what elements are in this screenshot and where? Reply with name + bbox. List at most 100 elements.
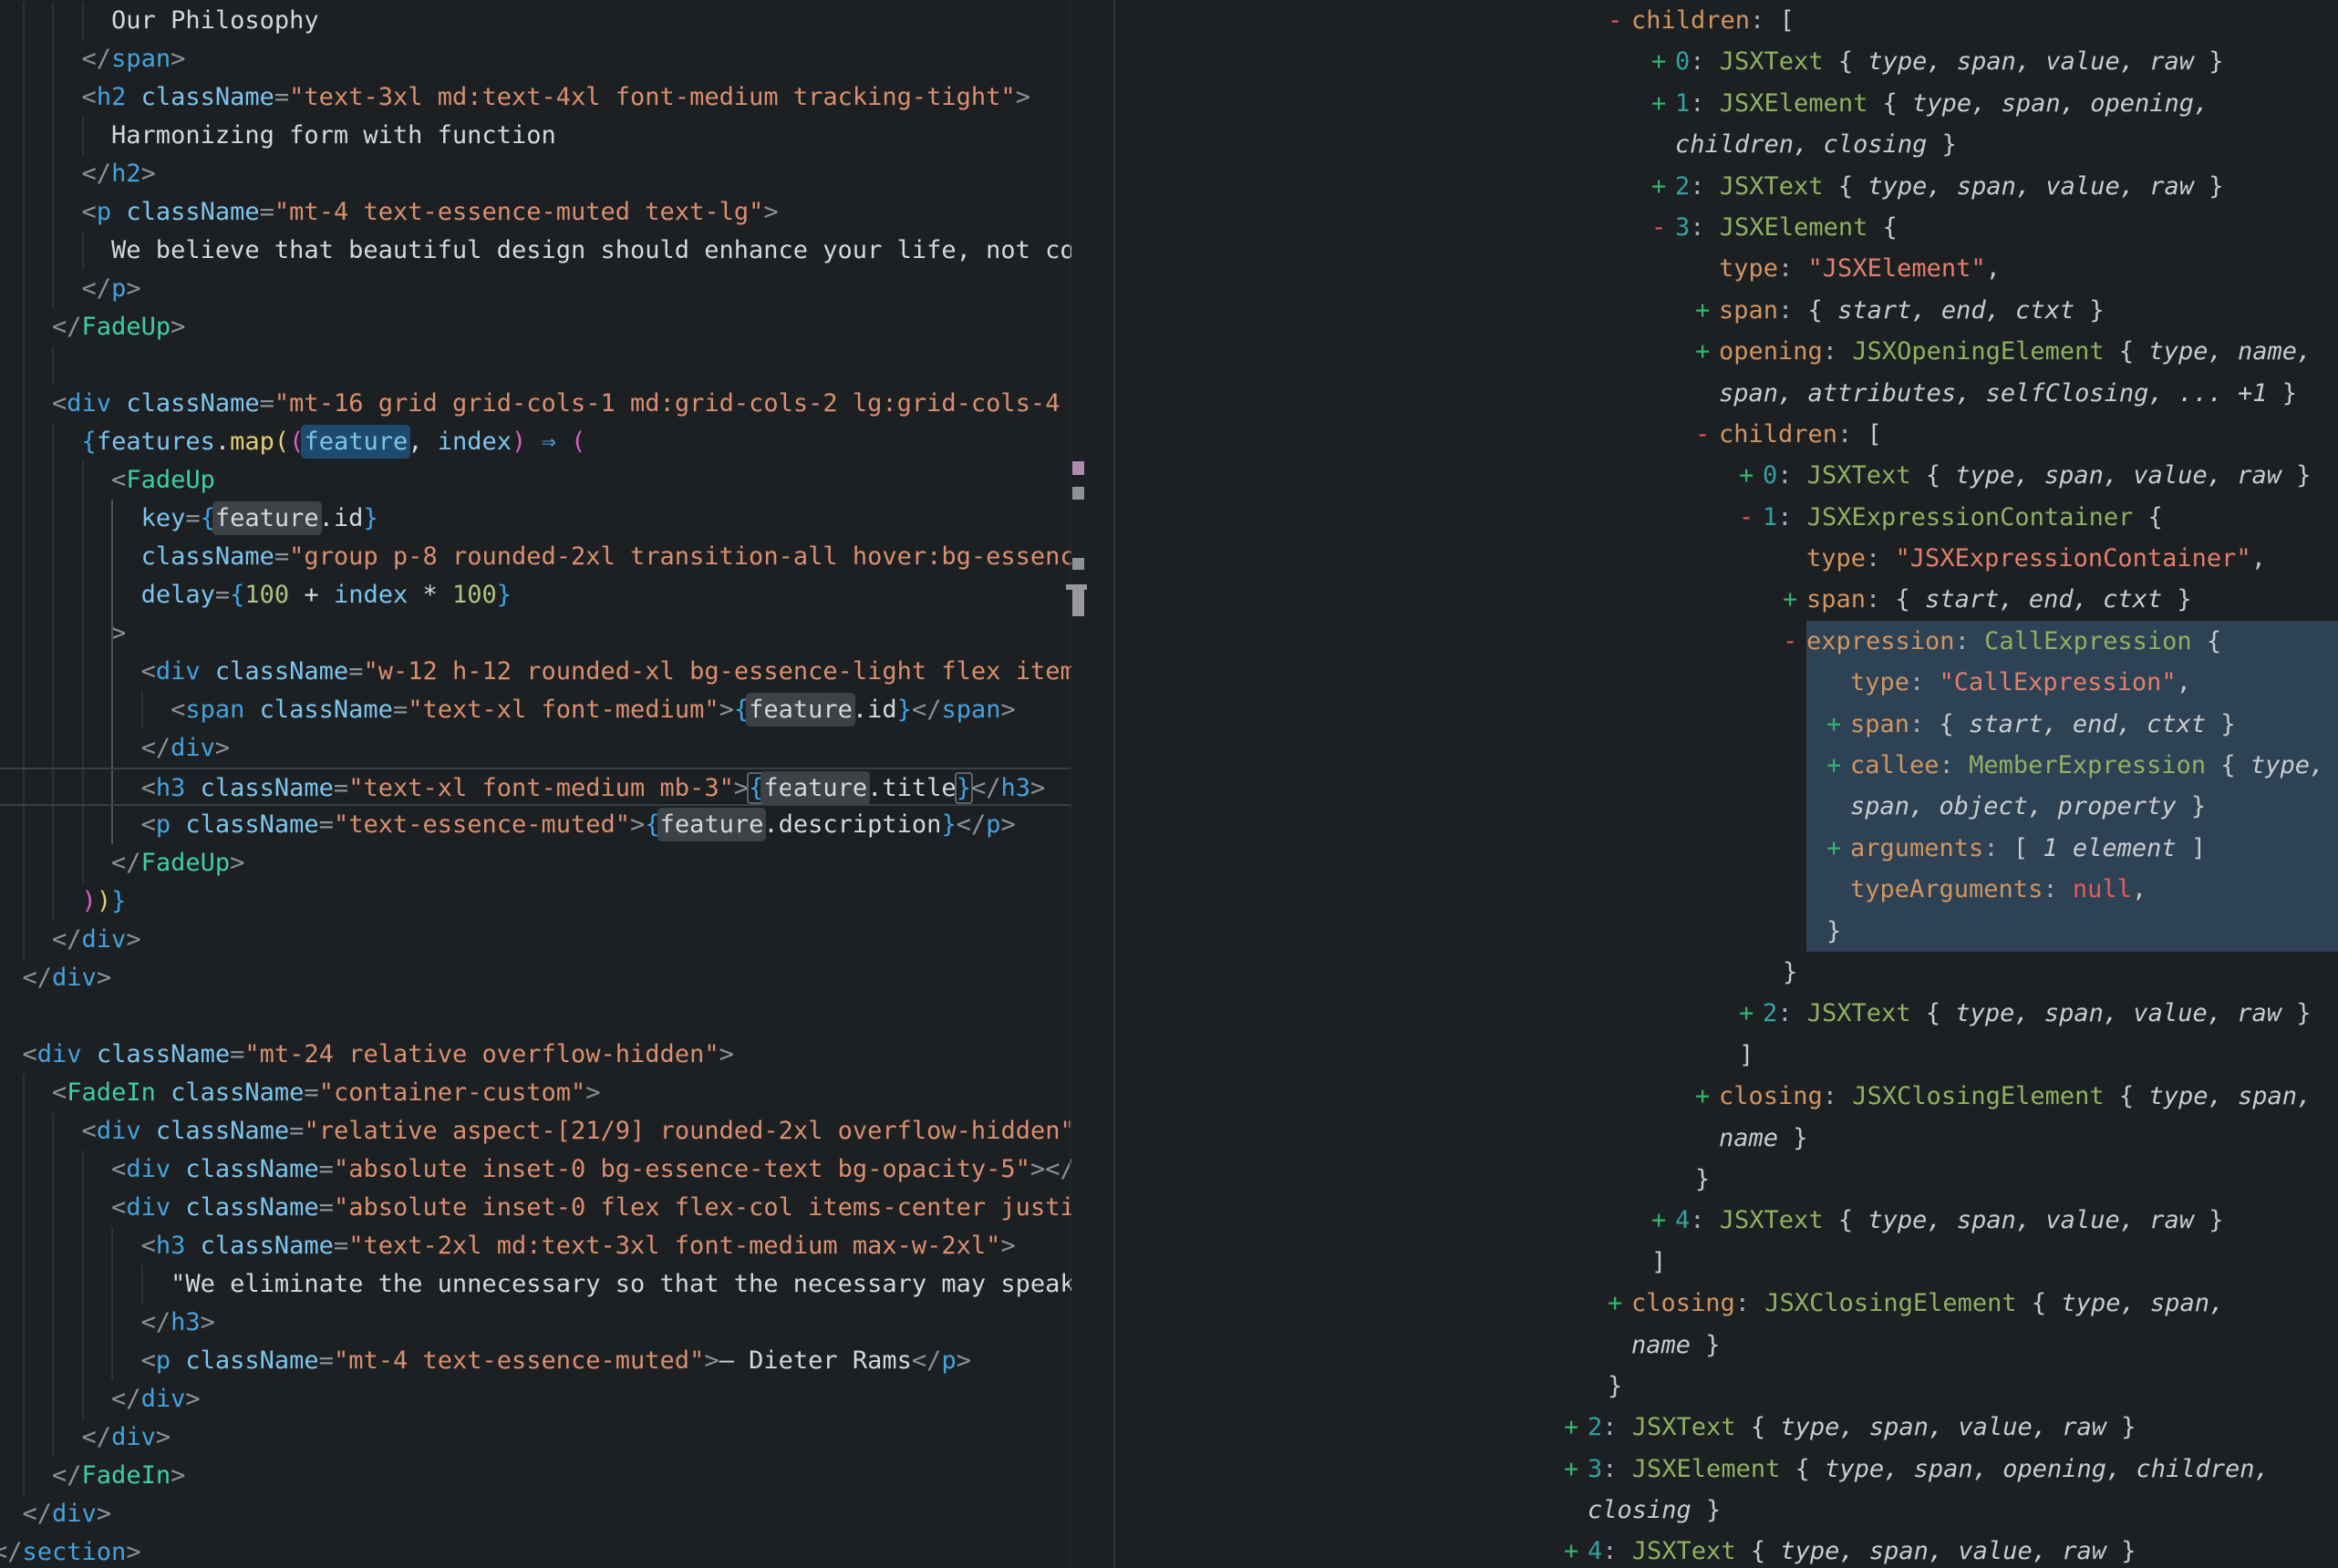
code-line[interactable]: </div> [0, 1495, 1071, 1533]
code-line[interactable]: <div className="mt-24 relative overflow-… [0, 1036, 1071, 1074]
code-line[interactable]: <FadeIn className="container-custom"> [0, 1074, 1071, 1112]
ast-line[interactable]: -children: [ [1114, 0, 2338, 41]
code-line[interactable]: <div className="absolute inset-0 flex fl… [0, 1189, 1071, 1227]
code-line[interactable]: </FadeIn> [0, 1457, 1071, 1495]
code-line[interactable]: </div> [0, 729, 1071, 768]
expand-toggle-icon[interactable]: + [1695, 290, 1719, 331]
expand-toggle-icon[interactable]: + [1826, 704, 1850, 745]
code-line[interactable]: {features.map((feature, index) ⇒ ( [0, 423, 1071, 461]
code-line[interactable]: </div> [0, 921, 1071, 959]
code-line[interactable]: Harmonizing form with function [0, 117, 1071, 155]
expand-toggle-icon[interactable]: + [1826, 828, 1850, 869]
code-line[interactable]: ))} [0, 882, 1071, 921]
expand-toggle-icon[interactable]: + [1695, 1076, 1719, 1117]
code-line[interactable]: "We eliminate the unnecessary so that th… [0, 1265, 1071, 1304]
ast-line[interactable]: +callee: MemberExpression { type, [1114, 745, 2338, 786]
expand-toggle-icon[interactable]: + [1651, 41, 1675, 82]
ast-line[interactable]: +2: JSXText { type, span, value, raw } [1114, 993, 2338, 1034]
ast-line[interactable]: span, object, property } [1114, 786, 2338, 827]
ast-line[interactable]: -1: JSXExpressionContainer { [1114, 497, 2338, 538]
minimap[interactable] [1065, 0, 1111, 1568]
code-line[interactable]: <h2 className="text-3xl md:text-4xl font… [0, 78, 1071, 117]
code-line[interactable]: </section> [0, 1533, 1071, 1568]
code-line[interactable] [0, 346, 1071, 385]
code-line-current[interactable]: <h3 className="text-xl font-medium mb-3"… [0, 768, 1071, 806]
ast-line[interactable]: type: "JSXElement", [1114, 248, 2338, 289]
collapse-toggle-icon[interactable]: - [1783, 621, 1806, 662]
ast-line[interactable]: +3: JSXElement { type, span, opening, ch… [1114, 1449, 2338, 1490]
ast-line[interactable]: +arguments: [ 1 element ] [1114, 828, 2338, 869]
code-line[interactable]: </h2> [0, 155, 1071, 193]
code-line[interactable]: > [0, 614, 1071, 653]
code-line[interactable]: <h3 className="text-2xl md:text-3xl font… [0, 1227, 1071, 1265]
expand-toggle-icon[interactable]: + [1608, 1283, 1631, 1324]
code-line[interactable]: <div className="mt-16 grid grid-cols-1 m… [0, 385, 1071, 423]
ast-line[interactable]: +span: { start, end, ctxt } [1114, 704, 2338, 745]
ast-line[interactable]: span, attributes, selfClosing, ... +1 } [1114, 373, 2338, 414]
expand-toggle-icon[interactable]: + [1783, 579, 1806, 620]
expand-toggle-icon[interactable]: + [1826, 745, 1850, 786]
expand-toggle-icon[interactable]: + [1651, 83, 1675, 124]
ast-line[interactable]: ] [1114, 1242, 2338, 1283]
ast-line[interactable]: name } [1114, 1325, 2338, 1366]
ast-line[interactable]: +opening: JSXOpeningElement { type, name… [1114, 331, 2338, 372]
ast-line[interactable]: children, closing } [1114, 124, 2338, 165]
ast-line[interactable]: typeArguments: null, [1114, 869, 2338, 910]
ast-line[interactable]: +2: JSXText { type, span, value, raw } [1114, 1407, 2338, 1448]
code-line[interactable]: key={feature.id} [0, 500, 1071, 538]
ast-line[interactable]: ] [1114, 1035, 2338, 1076]
expand-toggle-icon[interactable]: + [1739, 993, 1763, 1034]
code-line[interactable]: <div className="absolute inset-0 bg-esse… [0, 1150, 1071, 1189]
ast-line[interactable]: +4: JSXText { type, span, value, raw } [1114, 1200, 2338, 1241]
code-line[interactable]: </div> [0, 959, 1071, 997]
code-line[interactable] [0, 997, 1071, 1036]
code-line[interactable]: Our Philosophy [0, 2, 1071, 40]
code-line[interactable]: <p className="text-essence-muted">{featu… [0, 806, 1071, 844]
ast-tree-pane[interactable]: -children: [+0: JSXText { type, span, va… [1114, 0, 2338, 1568]
expand-toggle-icon[interactable]: + [1651, 1200, 1675, 1241]
ast-line[interactable]: name } [1114, 1118, 2338, 1159]
ast-line[interactable]: closing } [1114, 1490, 2338, 1531]
expand-toggle-icon[interactable]: + [1564, 1407, 1588, 1448]
collapse-toggle-icon[interactable]: - [1651, 207, 1675, 248]
code-line[interactable]: </div> [0, 1418, 1071, 1457]
ast-line[interactable]: +closing: JSXClosingElement { type, span… [1114, 1076, 2338, 1117]
ast-line[interactable]: -3: JSXElement { [1114, 207, 2338, 248]
code-line[interactable]: </FadeUp> [0, 844, 1071, 882]
code-line[interactable]: We believe that beautiful design should … [0, 232, 1071, 270]
code-line[interactable]: <span className="text-xl font-medium">{f… [0, 691, 1071, 729]
code-line[interactable]: <div className="w-12 h-12 rounded-xl bg-… [0, 653, 1071, 691]
code-line[interactable]: <p className="mt-4 text-essence-muted te… [0, 193, 1071, 232]
code-line[interactable]: <div className="relative aspect-[21/9] r… [0, 1112, 1071, 1150]
ast-line[interactable]: } [1114, 952, 2338, 993]
ast-line[interactable]: -children: [ [1114, 414, 2338, 455]
ast-line[interactable]: +closing: JSXClosingElement { type, span… [1114, 1283, 2338, 1324]
ast-line[interactable]: +span: { start, end, ctxt } [1114, 290, 2338, 331]
ast-line[interactable]: } [1114, 911, 2338, 952]
code-line[interactable]: <FadeUp [0, 461, 1071, 500]
ast-line[interactable]: +4: JSXText { type, span, value, raw } [1114, 1531, 2338, 1568]
expand-toggle-icon[interactable]: + [1651, 166, 1675, 207]
collapse-toggle-icon[interactable]: - [1695, 414, 1719, 455]
ast-line[interactable]: } [1114, 1366, 2338, 1407]
ast-line[interactable]: +0: JSXText { type, span, value, raw } [1114, 41, 2338, 82]
collapse-toggle-icon[interactable]: - [1739, 497, 1763, 538]
code-line[interactable]: </span> [0, 40, 1071, 78]
ast-line[interactable]: +1: JSXElement { type, span, opening, [1114, 83, 2338, 124]
code-line[interactable]: </p> [0, 270, 1071, 308]
ast-line[interactable]: type: "JSXExpressionContainer", [1114, 538, 2338, 579]
ast-line[interactable]: +2: JSXText { type, span, value, raw } [1114, 166, 2338, 207]
expand-toggle-icon[interactable]: + [1564, 1531, 1588, 1568]
expand-toggle-icon[interactable]: + [1564, 1449, 1588, 1490]
code-line[interactable]: className="group p-8 rounded-2xl transit… [0, 538, 1071, 576]
ast-line[interactable]: +0: JSXText { type, span, value, raw } [1114, 455, 2338, 496]
code-line[interactable]: <p className="mt-4 text-essence-muted">—… [0, 1342, 1071, 1380]
ast-line[interactable]: } [1114, 1159, 2338, 1200]
expand-toggle-icon[interactable]: + [1695, 331, 1719, 372]
code-line[interactable]: delay={100 + index * 100} [0, 576, 1071, 614]
ast-line[interactable]: -expression: CallExpression { [1114, 621, 2338, 662]
ast-line[interactable]: type: "CallExpression", [1114, 662, 2338, 703]
expand-toggle-icon[interactable]: + [1739, 455, 1763, 496]
code-line[interactable]: </div> [0, 1380, 1071, 1418]
code-line[interactable]: </h3> [0, 1304, 1071, 1342]
